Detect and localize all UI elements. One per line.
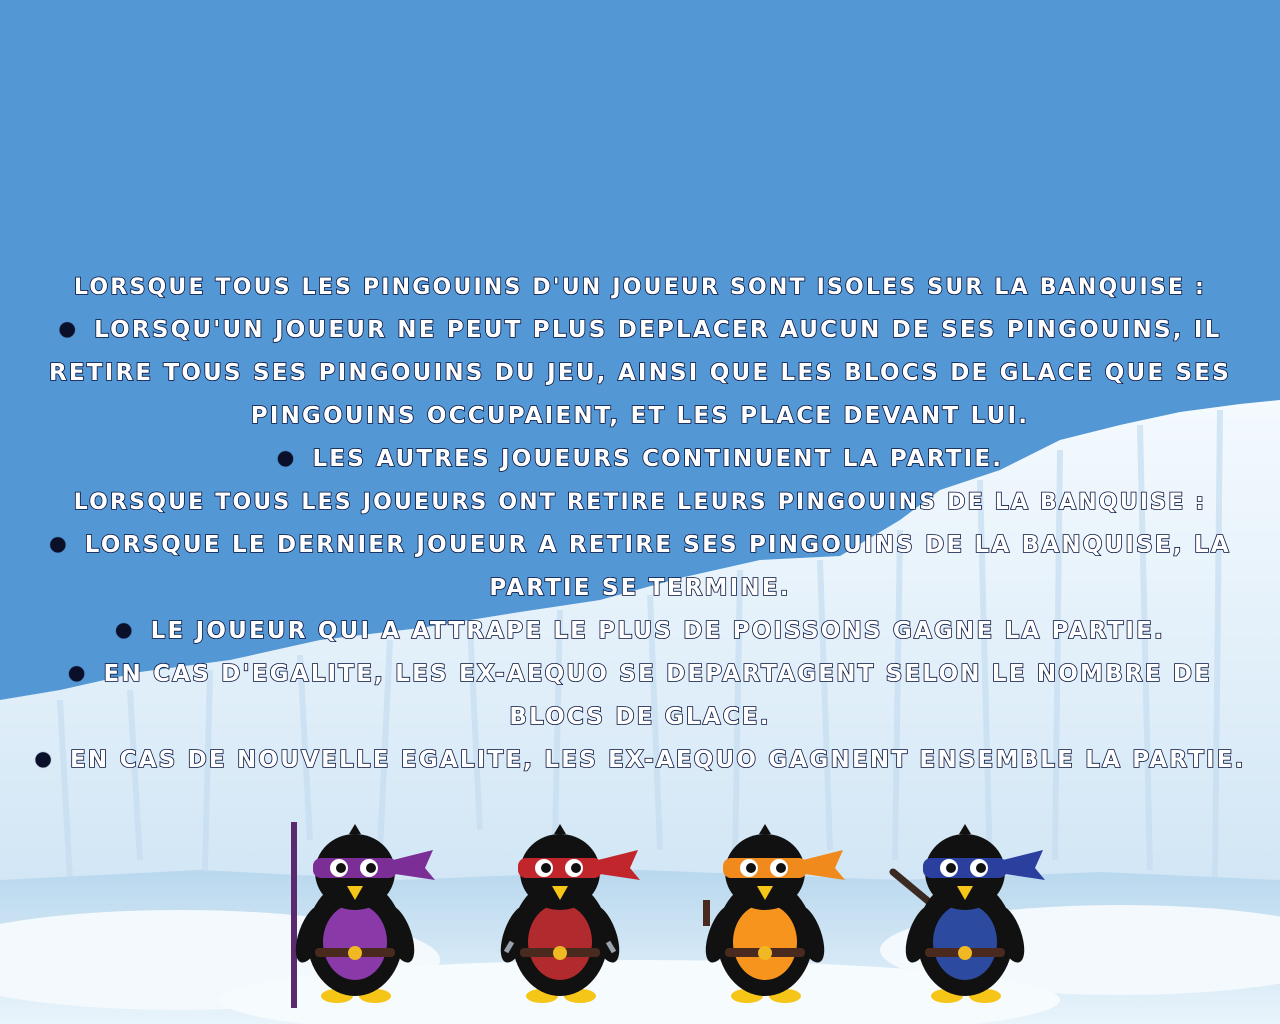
rule-bullet-shared-win: En cas de nouvelle egalite, les ex-aequo… <box>20 739 1260 782</box>
rule-bullet-remove-penguins: Lorsqu'un joueur ne peut plus deplacer a… <box>20 309 1260 438</box>
rule-bullet-others-continue: Les autres joueurs continuent la partie. <box>20 438 1260 481</box>
rule-bullet-tie-blocks: En cas d'egalite, les ex-aequo se depart… <box>20 653 1260 739</box>
rule-bullet-most-fish-wins: Le joueur qui a attrape le plus de poiss… <box>20 610 1260 653</box>
rule-header-isolated: Lorsque tous les pingouins d'un joueur s… <box>73 274 1207 301</box>
rule-header-all-removed: Lorsque tous les joueurs ont retire leur… <box>73 489 1207 516</box>
rules-text-block: Lorsque tous les pingouins d'un joueur s… <box>20 266 1260 782</box>
rule-bullet-game-ends: Lorsque le dernier joueur a retire ses p… <box>20 524 1260 610</box>
